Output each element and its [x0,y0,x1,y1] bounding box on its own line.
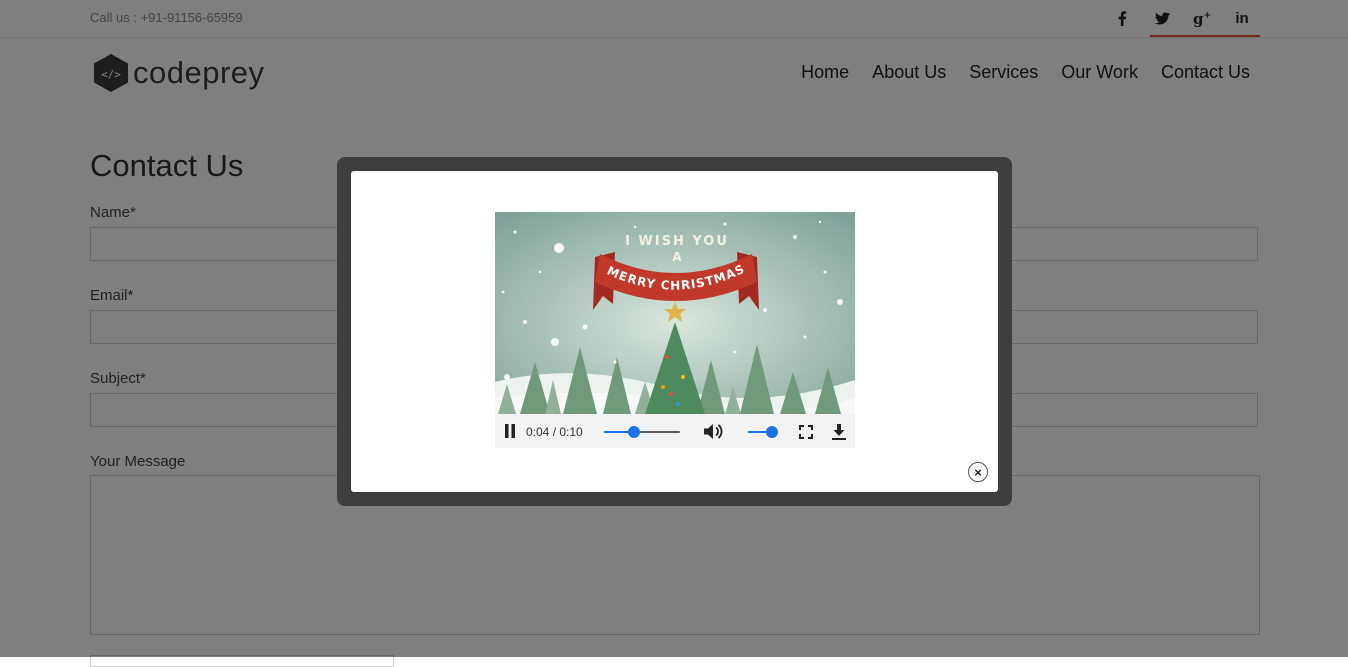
banner-top-text: I WISH YOU [625,234,729,249]
volume-thumb[interactable] [766,426,778,438]
video-time: 0:04 / 0:10 [526,425,583,439]
progress-slider[interactable] [604,426,680,438]
close-modal-button[interactable]: × [968,462,988,482]
download-icon[interactable] [831,423,847,440]
video-frame: I WISH YOU A MERRY CHRISTMAS [495,212,855,414]
volume-slider[interactable] [748,426,778,438]
fullscreen-icon[interactable] [798,424,813,439]
banner-mid-text: A [672,250,682,264]
video-controls: 0:04 / 0:10 [495,414,855,448]
volume-icon[interactable] [703,422,723,440]
video-player[interactable]: I WISH YOU A MERRY CHRISTMAS 0:04 / 0:10 [495,212,855,448]
pause-icon[interactable] [503,424,517,438]
progress-thumb[interactable] [628,426,641,438]
